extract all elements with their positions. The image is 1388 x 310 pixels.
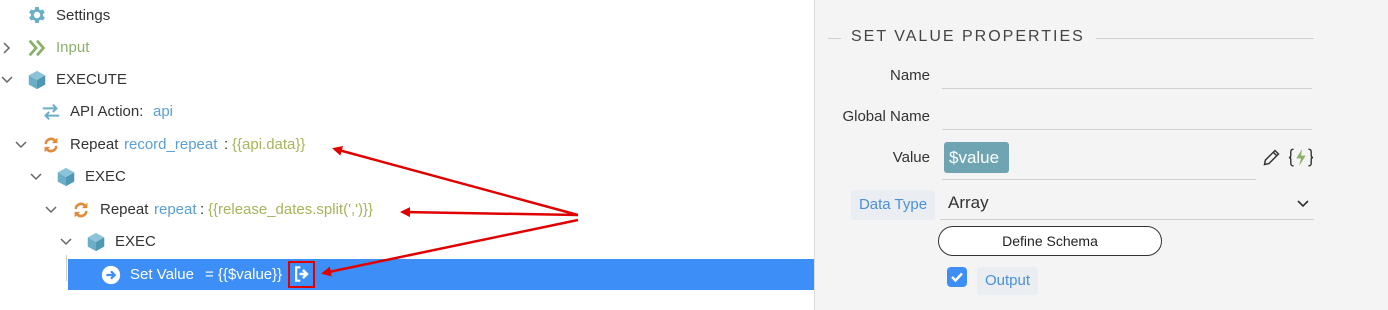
data-type-select[interactable]: Array [940, 189, 1314, 220]
annotation-highlight-box [288, 261, 315, 288]
tree-item-name: api [153, 103, 174, 120]
output-label: Output [977, 267, 1038, 295]
tree-item-expression: {{api.data}} [232, 136, 306, 153]
tree-item-settings[interactable]: Settings [0, 0, 814, 32]
tree-item-api-action[interactable]: API Action: api [0, 96, 814, 128]
tree-item-expression: {{release_dates.split(',')}} [208, 201, 373, 218]
chevron-right-icon[interactable] [0, 41, 14, 55]
tree-item-name: record_repeat [124, 136, 218, 153]
output-checkbox[interactable] [947, 267, 967, 287]
double-chevron-right-icon [28, 39, 46, 57]
tree-item-separator: : [224, 136, 229, 153]
tree-item-label: Settings [56, 7, 111, 24]
repeat-icon [44, 137, 58, 153]
tree-item-set-value-selected[interactable]: Set Value = {{$value}} [68, 259, 814, 290]
chevron-down-icon [1297, 200, 1309, 208]
tree-item-label: Input [56, 39, 90, 56]
tree-item-repeat-record[interactable]: Repeat record_repeat : {{api.data}} [0, 129, 814, 161]
chevron-down-icon[interactable] [14, 138, 28, 152]
tree-item-label: EXECUTE [56, 71, 127, 88]
tree-item-exec[interactable]: EXEC [0, 226, 814, 258]
tree-item-separator: : [200, 201, 205, 218]
define-schema-button[interactable]: Define Schema [938, 226, 1162, 256]
tree-guide-line [66, 255, 67, 281]
gear-icon [29, 7, 45, 23]
global-name-label: Global Name [842, 108, 930, 125]
tree-item-label: EXEC [85, 168, 126, 185]
value-label: Value [892, 149, 930, 166]
data-type-value: Array [948, 193, 989, 212]
cube-icon [28, 70, 46, 90]
tree-item-label: EXEC [115, 233, 156, 250]
lightning-braces-icon[interactable] [1288, 147, 1314, 168]
value-chip[interactable]: $value [944, 142, 1009, 173]
tree-item-label: Set Value [130, 266, 194, 283]
chevron-down-icon[interactable] [44, 203, 58, 217]
arrow-circle-right-icon [101, 265, 121, 285]
workflow-tree: Settings Input EXECUTE API Action: api R… [0, 0, 814, 310]
name-field[interactable] [942, 62, 1312, 89]
chevron-down-icon[interactable] [29, 170, 43, 184]
repeat-icon [74, 202, 88, 218]
global-name-field[interactable] [942, 103, 1312, 130]
swap-arrows-icon [42, 103, 60, 121]
cube-icon [87, 232, 105, 252]
chevron-down-icon[interactable] [0, 73, 14, 87]
title-rule-right [1096, 38, 1314, 39]
panel-title: SET VALUE PROPERTIES [851, 28, 1085, 45]
data-type-label: Data Type [851, 190, 935, 220]
tree-item-label: Repeat [70, 136, 119, 153]
tree-item-input[interactable]: Input [0, 32, 814, 64]
tree-item-label: API Action: [70, 103, 144, 120]
tree-item-label: Repeat [100, 201, 149, 218]
tree-item-repeat-inner[interactable]: Repeat repeat : {{release_dates.split(',… [0, 194, 814, 226]
cube-icon [57, 167, 75, 187]
tree-item-name: repeat [154, 201, 197, 218]
checkmark-icon [951, 272, 963, 283]
tree-item-execute[interactable]: EXECUTE [0, 64, 814, 96]
name-label: Name [889, 67, 930, 84]
chevron-down-icon[interactable] [59, 235, 73, 249]
pencil-icon[interactable] [1261, 147, 1282, 168]
title-rule-left [828, 38, 841, 39]
tree-item-expression: = {{$value}} [205, 266, 283, 283]
tree-item-exec[interactable]: EXEC [0, 161, 814, 193]
